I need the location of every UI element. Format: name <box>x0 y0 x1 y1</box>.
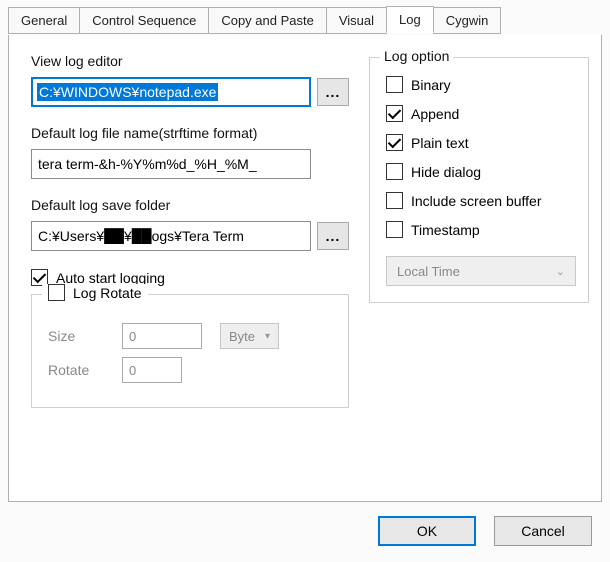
log-option-group: Log option Binary Append Plain text <box>369 57 589 303</box>
view-log-editor-input[interactable]: C:¥WINDOWS¥notepad.exe <box>31 77 311 107</box>
log-rotate-size-label: Size <box>48 328 104 344</box>
tab-cygwin[interactable]: Cygwin <box>433 7 502 34</box>
option-binary-label: Binary <box>411 77 451 93</box>
tab-general[interactable]: General <box>8 7 80 34</box>
log-rotate-size-unit-value: Byte <box>229 329 255 344</box>
option-hide-dialog-label: Hide dialog <box>411 164 481 180</box>
log-rotate-legend: Log Rotate <box>73 285 142 301</box>
browse-log-save-folder-button[interactable]: ... <box>317 222 349 250</box>
option-binary-checkbox[interactable] <box>386 76 403 93</box>
ok-button[interactable]: OK <box>378 516 476 546</box>
log-rotate-rotate-label: Rotate <box>48 362 104 378</box>
option-include-screen-buffer-label: Include screen buffer <box>411 193 542 209</box>
chevron-down-icon: ⌄ <box>556 265 565 278</box>
tab-copy-and-paste[interactable]: Copy and Paste <box>208 7 327 34</box>
tab-log[interactable]: Log <box>386 6 434 33</box>
log-option-legend: Log option <box>380 48 453 64</box>
option-include-screen-buffer-checkbox[interactable] <box>386 192 403 209</box>
option-hide-dialog-checkbox[interactable] <box>386 163 403 180</box>
chevron-down-icon: ▾ <box>265 331 270 342</box>
log-rotate-rotate-input[interactable] <box>122 357 182 383</box>
view-log-editor-value: C:¥WINDOWS¥notepad.exe <box>37 83 218 101</box>
view-log-editor-label: View log editor <box>31 53 349 69</box>
log-rotate-size-input[interactable] <box>122 323 202 349</box>
log-rotate-size-unit-combo[interactable]: Byte ▾ <box>220 323 279 349</box>
option-plain-text-label: Plain text <box>411 135 469 151</box>
browse-log-editor-button[interactable]: ... <box>317 78 349 106</box>
tab-control-sequence[interactable]: Control Sequence <box>79 7 209 34</box>
default-log-save-folder-input[interactable] <box>31 221 311 251</box>
default-log-file-name-input[interactable] <box>31 149 311 179</box>
tab-visual[interactable]: Visual <box>326 7 387 34</box>
option-timestamp-label: Timestamp <box>411 222 480 238</box>
default-log-file-name-label: Default log file name(strftime format) <box>31 125 349 141</box>
option-timestamp-checkbox[interactable] <box>386 221 403 238</box>
cancel-button[interactable]: Cancel <box>494 516 592 546</box>
log-rotate-checkbox[interactable] <box>48 284 65 301</box>
option-append-checkbox[interactable] <box>386 105 403 122</box>
default-log-save-folder-label: Default log save folder <box>31 197 349 213</box>
option-append-label: Append <box>411 106 459 122</box>
log-panel: View log editor C:¥WINDOWS¥notepad.exe .… <box>8 34 602 502</box>
timestamp-mode-value: Local Time <box>397 264 460 279</box>
log-rotate-group: Log Rotate Size Byte ▾ Rotate <box>31 294 349 408</box>
option-plain-text-checkbox[interactable] <box>386 134 403 151</box>
timestamp-mode-combo[interactable]: Local Time ⌄ <box>386 256 576 286</box>
